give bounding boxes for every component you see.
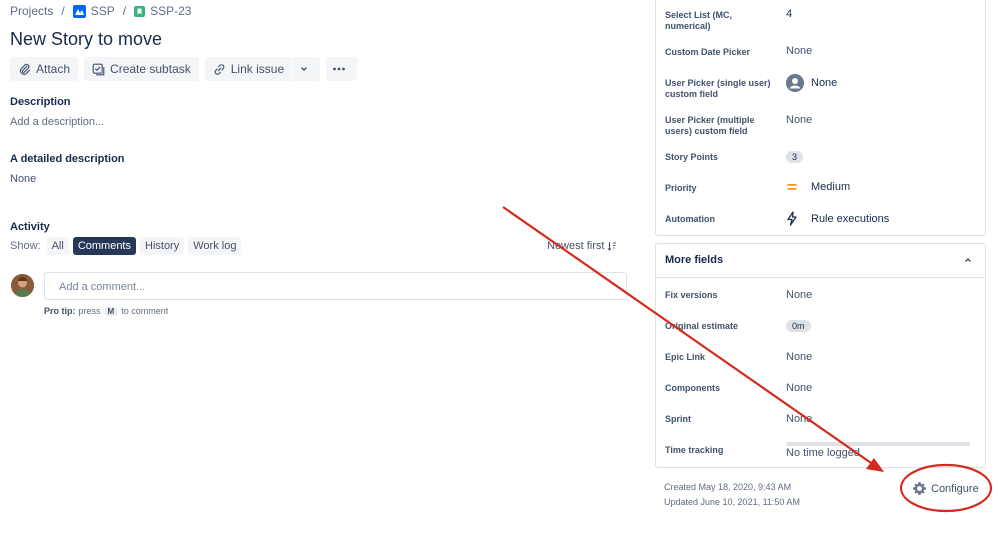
field-value-text: Rule executions xyxy=(811,212,890,225)
field-value-time-tracking[interactable]: No time logged xyxy=(786,447,860,459)
estimate-badge: 0m xyxy=(786,320,811,332)
field-value-original-estimate[interactable]: 0m xyxy=(786,320,811,332)
field-label: Time tracking xyxy=(665,445,724,455)
divider xyxy=(656,277,985,278)
ellipsis-icon xyxy=(333,67,346,71)
field-label: Components xyxy=(665,383,720,393)
filter-history-button[interactable]: History xyxy=(140,237,185,255)
show-label: Show: xyxy=(10,240,41,252)
field-label: Original estimate xyxy=(665,321,739,331)
pro-tip-suffix: to comment xyxy=(121,306,169,316)
unassigned-user-icon xyxy=(786,74,804,92)
configure-button[interactable]: Configure xyxy=(912,481,979,496)
story-type-icon xyxy=(134,5,146,17)
story-points-badge: 3 xyxy=(786,151,804,163)
priority-medium-icon xyxy=(787,184,797,190)
breadcrumb-issue-key-link[interactable]: SSP-23 xyxy=(150,4,191,18)
breadcrumb-projects-link[interactable]: Projects xyxy=(10,4,53,18)
issue-title[interactable]: New Story to move xyxy=(10,29,162,50)
field-value-date-picker[interactable]: None xyxy=(786,45,812,57)
attach-button[interactable]: Attach xyxy=(10,57,79,81)
chevron-up-icon[interactable] xyxy=(963,255,973,265)
project-avatar-icon xyxy=(72,4,86,18)
field-label: Priority xyxy=(665,183,697,193)
field-value-text: None xyxy=(786,413,813,425)
filter-all-button[interactable]: All xyxy=(46,237,69,255)
field-label: Sprint xyxy=(665,414,691,424)
field-value-user-picker-multi[interactable]: None xyxy=(786,114,812,126)
field-label: User Picker (multiple users) custom fiel… xyxy=(665,115,755,136)
filter-worklog-button[interactable]: Work log xyxy=(188,237,242,255)
created-timestamp: Created May 18, 2020, 9:43 AM xyxy=(664,482,792,492)
field-value-epic-link[interactable]: None xyxy=(786,351,812,363)
sort-icon xyxy=(608,242,617,251)
activity-filter-bar: Show: All Comments History Work log xyxy=(10,237,245,255)
field-value-story-points[interactable]: 3 xyxy=(786,151,804,163)
more-fields-heading[interactable]: More fields xyxy=(665,254,723,266)
field-value-text: None xyxy=(786,114,813,126)
breadcrumb-project-link[interactable]: SSP xyxy=(91,4,115,18)
description-field[interactable]: Add a description... xyxy=(10,116,104,128)
field-value-components[interactable]: None xyxy=(786,382,812,394)
link-issue-button[interactable]: Link issue xyxy=(204,57,293,81)
field-value-text: None xyxy=(786,382,813,394)
sort-label: Newest first xyxy=(547,240,605,252)
create-subtask-button[interactable]: Create subtask xyxy=(84,57,199,81)
details-panel: Select List (MC, numerical) 4 Custom Dat… xyxy=(655,0,986,236)
description-heading: Description xyxy=(10,96,71,108)
lightning-bolt-icon xyxy=(787,211,797,226)
field-value-text: None xyxy=(786,45,813,57)
sort-order-button[interactable]: Newest first xyxy=(547,240,617,252)
breadcrumb-separator: / xyxy=(61,4,65,18)
pro-tip-label: Pro tip: xyxy=(44,306,76,316)
field-value-automation[interactable]: Rule executions xyxy=(786,211,889,226)
field-label: Story Points xyxy=(665,152,719,162)
field-value-priority[interactable]: Medium xyxy=(786,181,850,193)
breadcrumb: Projects / SSP / SSP-23 xyxy=(10,4,191,18)
updated-timestamp: Updated June 10, 2021, 11:50 AM xyxy=(664,497,800,507)
field-label: Epic Link xyxy=(665,352,706,362)
subtask-icon xyxy=(92,63,105,75)
field-value-text: 4 xyxy=(786,8,793,20)
pro-tip: Pro tip: press M to comment xyxy=(44,306,168,316)
field-value-text: Medium xyxy=(811,181,851,193)
time-tracking-bar[interactable] xyxy=(786,442,970,446)
create-subtask-label: Create subtask xyxy=(110,62,191,76)
field-value-text: No time logged xyxy=(786,447,860,459)
gear-icon xyxy=(912,481,927,496)
field-value-text: None xyxy=(786,351,813,363)
pro-tip-press: press xyxy=(78,306,101,316)
link-issue-dropdown-button[interactable] xyxy=(293,57,321,81)
detailed-description-heading: A detailed description xyxy=(10,153,125,165)
detailed-description-field[interactable]: None xyxy=(10,173,36,185)
field-value-user-picker-single[interactable]: None xyxy=(786,74,837,92)
field-value-select-list[interactable]: 4 xyxy=(786,8,792,20)
field-value-sprint[interactable]: None xyxy=(786,413,812,425)
activity-heading: Activity xyxy=(10,221,50,233)
comment-input[interactable]: Add a comment... xyxy=(44,272,627,300)
issue-toolbar: Attach Create subtask Link issue xyxy=(10,57,363,81)
field-label: Automation xyxy=(665,214,715,224)
field-label: User Picker (single user) custom field xyxy=(665,78,771,99)
link-issue-label: Link issue xyxy=(230,62,285,76)
configure-label: Configure xyxy=(931,482,979,495)
current-user-avatar xyxy=(11,274,34,297)
field-label: Custom Date Picker xyxy=(665,47,751,57)
filter-comments-button[interactable]: Comments xyxy=(72,237,136,255)
paperclip-icon xyxy=(19,63,30,75)
more-actions-button[interactable] xyxy=(326,57,358,81)
field-value-text: None xyxy=(811,77,838,89)
breadcrumb-separator: / xyxy=(122,4,127,18)
pro-tip-key: M xyxy=(104,306,118,316)
field-value-text: None xyxy=(786,289,813,301)
field-label: Select List (MC, numerical) xyxy=(665,10,733,31)
more-fields-panel: More fields Fix versions None Original e… xyxy=(655,243,986,468)
attach-label: Attach xyxy=(36,62,71,76)
link-icon xyxy=(214,63,225,75)
chevron-down-icon xyxy=(301,67,308,71)
field-value-fix-versions[interactable]: None xyxy=(786,289,812,301)
field-label: Fix versions xyxy=(665,290,718,300)
